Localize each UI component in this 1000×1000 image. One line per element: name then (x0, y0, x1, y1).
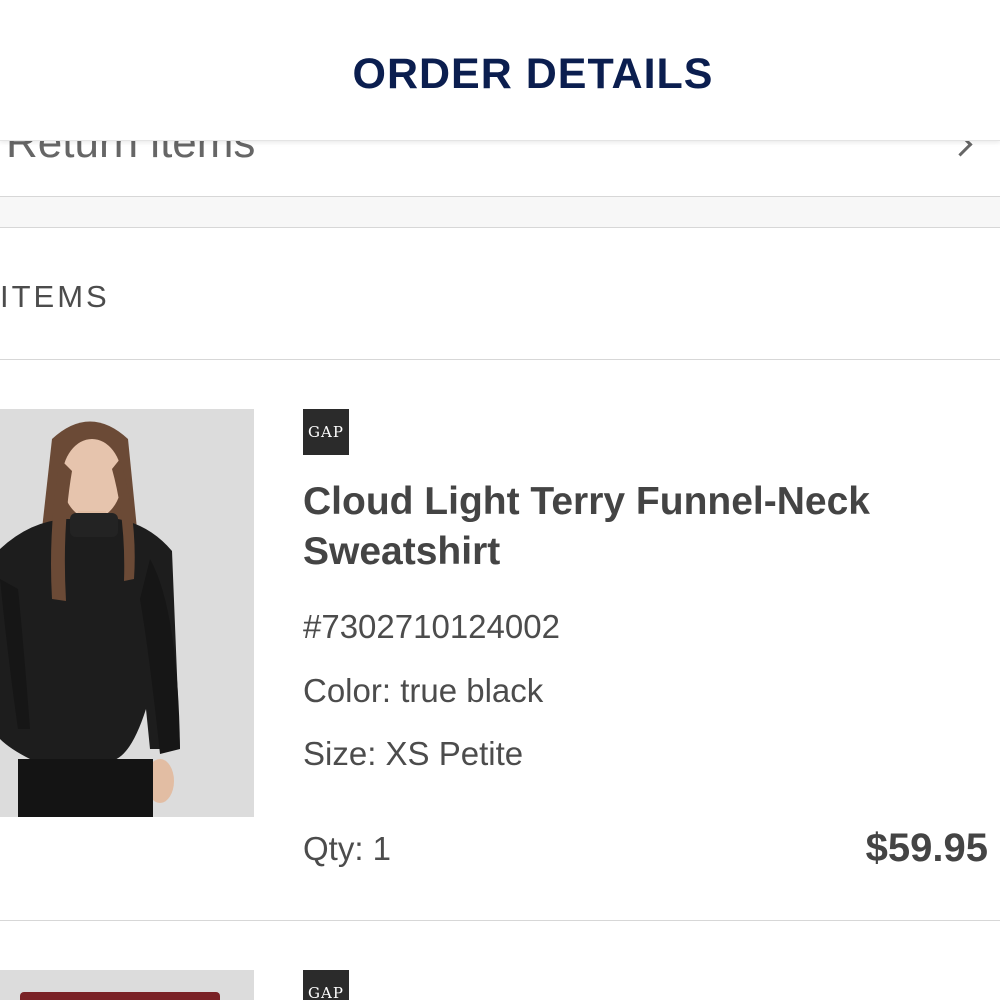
product-qty: Qty: 1 (303, 830, 392, 867)
page-title: ORDER DETAILS (352, 50, 714, 98)
order-details-page: ORDER DETAILS Return items ITEMS GAP Clo… (0, 0, 1000, 1000)
return-items-row[interactable]: Return items (0, 140, 1000, 197)
product-size: Size: XS Petite (303, 735, 524, 772)
product-price: $59.95 (865, 826, 988, 870)
header: ORDER DETAILS (0, 0, 1000, 141)
chevron-right-icon (948, 140, 973, 157)
items-heading: ITEMS (0, 279, 110, 314)
return-items-label: Return items (6, 140, 256, 167)
product-image[interactable] (0, 409, 254, 817)
product-photo (0, 970, 254, 1000)
product-color: Color: true black (303, 672, 544, 709)
product-sku: #7302710124002 (303, 608, 560, 645)
product-name[interactable]: Cloud Light Terry Funnel-Neck Sweatshirt (303, 477, 943, 577)
product-photo (0, 409, 254, 817)
divider (0, 359, 1000, 360)
divider (0, 920, 1000, 921)
product-image[interactable] (0, 970, 254, 1000)
section-separator (0, 197, 1000, 228)
brand-logo: GAP (303, 409, 349, 455)
brand-logo: GAP (303, 970, 349, 1000)
